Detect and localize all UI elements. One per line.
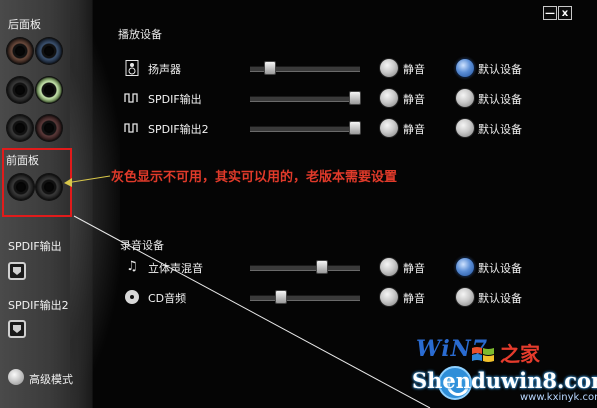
volume-slider[interactable]: [250, 290, 360, 304]
default-device-label: 默认设备: [478, 292, 522, 305]
mute-label: 静音: [403, 262, 425, 275]
default-device-label: 默认设备: [478, 262, 522, 275]
device-label: 立体声混音: [148, 262, 203, 275]
watermark-logo-cn: 之家: [500, 342, 540, 366]
default-device-radio[interactable]: [456, 258, 474, 276]
audio-manager-window: { "left_panel": { "rear_label": "后面板", "…: [0, 0, 597, 408]
watermark-site: Shenduwin8.com: [412, 368, 597, 393]
slider-thumb[interactable]: [274, 290, 287, 304]
volume-slider[interactable]: [250, 260, 360, 274]
music-note-icon: ♫: [126, 259, 138, 274]
mute-radio[interactable]: [380, 258, 398, 276]
mute-label: 静音: [403, 292, 425, 305]
device-label: CD音频: [148, 292, 187, 305]
annotation-text: 灰色显示不可用，其实可以用的，老版本需要设置: [111, 170, 398, 185]
recording-row-stereo-mix: ♫ 立体声混音 静音 默认设备: [124, 257, 564, 279]
mute-radio[interactable]: [380, 288, 398, 306]
windows-flag-icon: [472, 347, 494, 362]
default-device-radio[interactable]: [456, 288, 474, 306]
recording-row-cd: CD音频 静音 默认设备: [124, 287, 564, 309]
watermark-url: www.kxinyk.com: [520, 392, 597, 403]
cd-icon: [124, 289, 140, 305]
slider-thumb[interactable]: [315, 260, 328, 274]
recording-devices-title: 录音设备: [120, 239, 164, 252]
